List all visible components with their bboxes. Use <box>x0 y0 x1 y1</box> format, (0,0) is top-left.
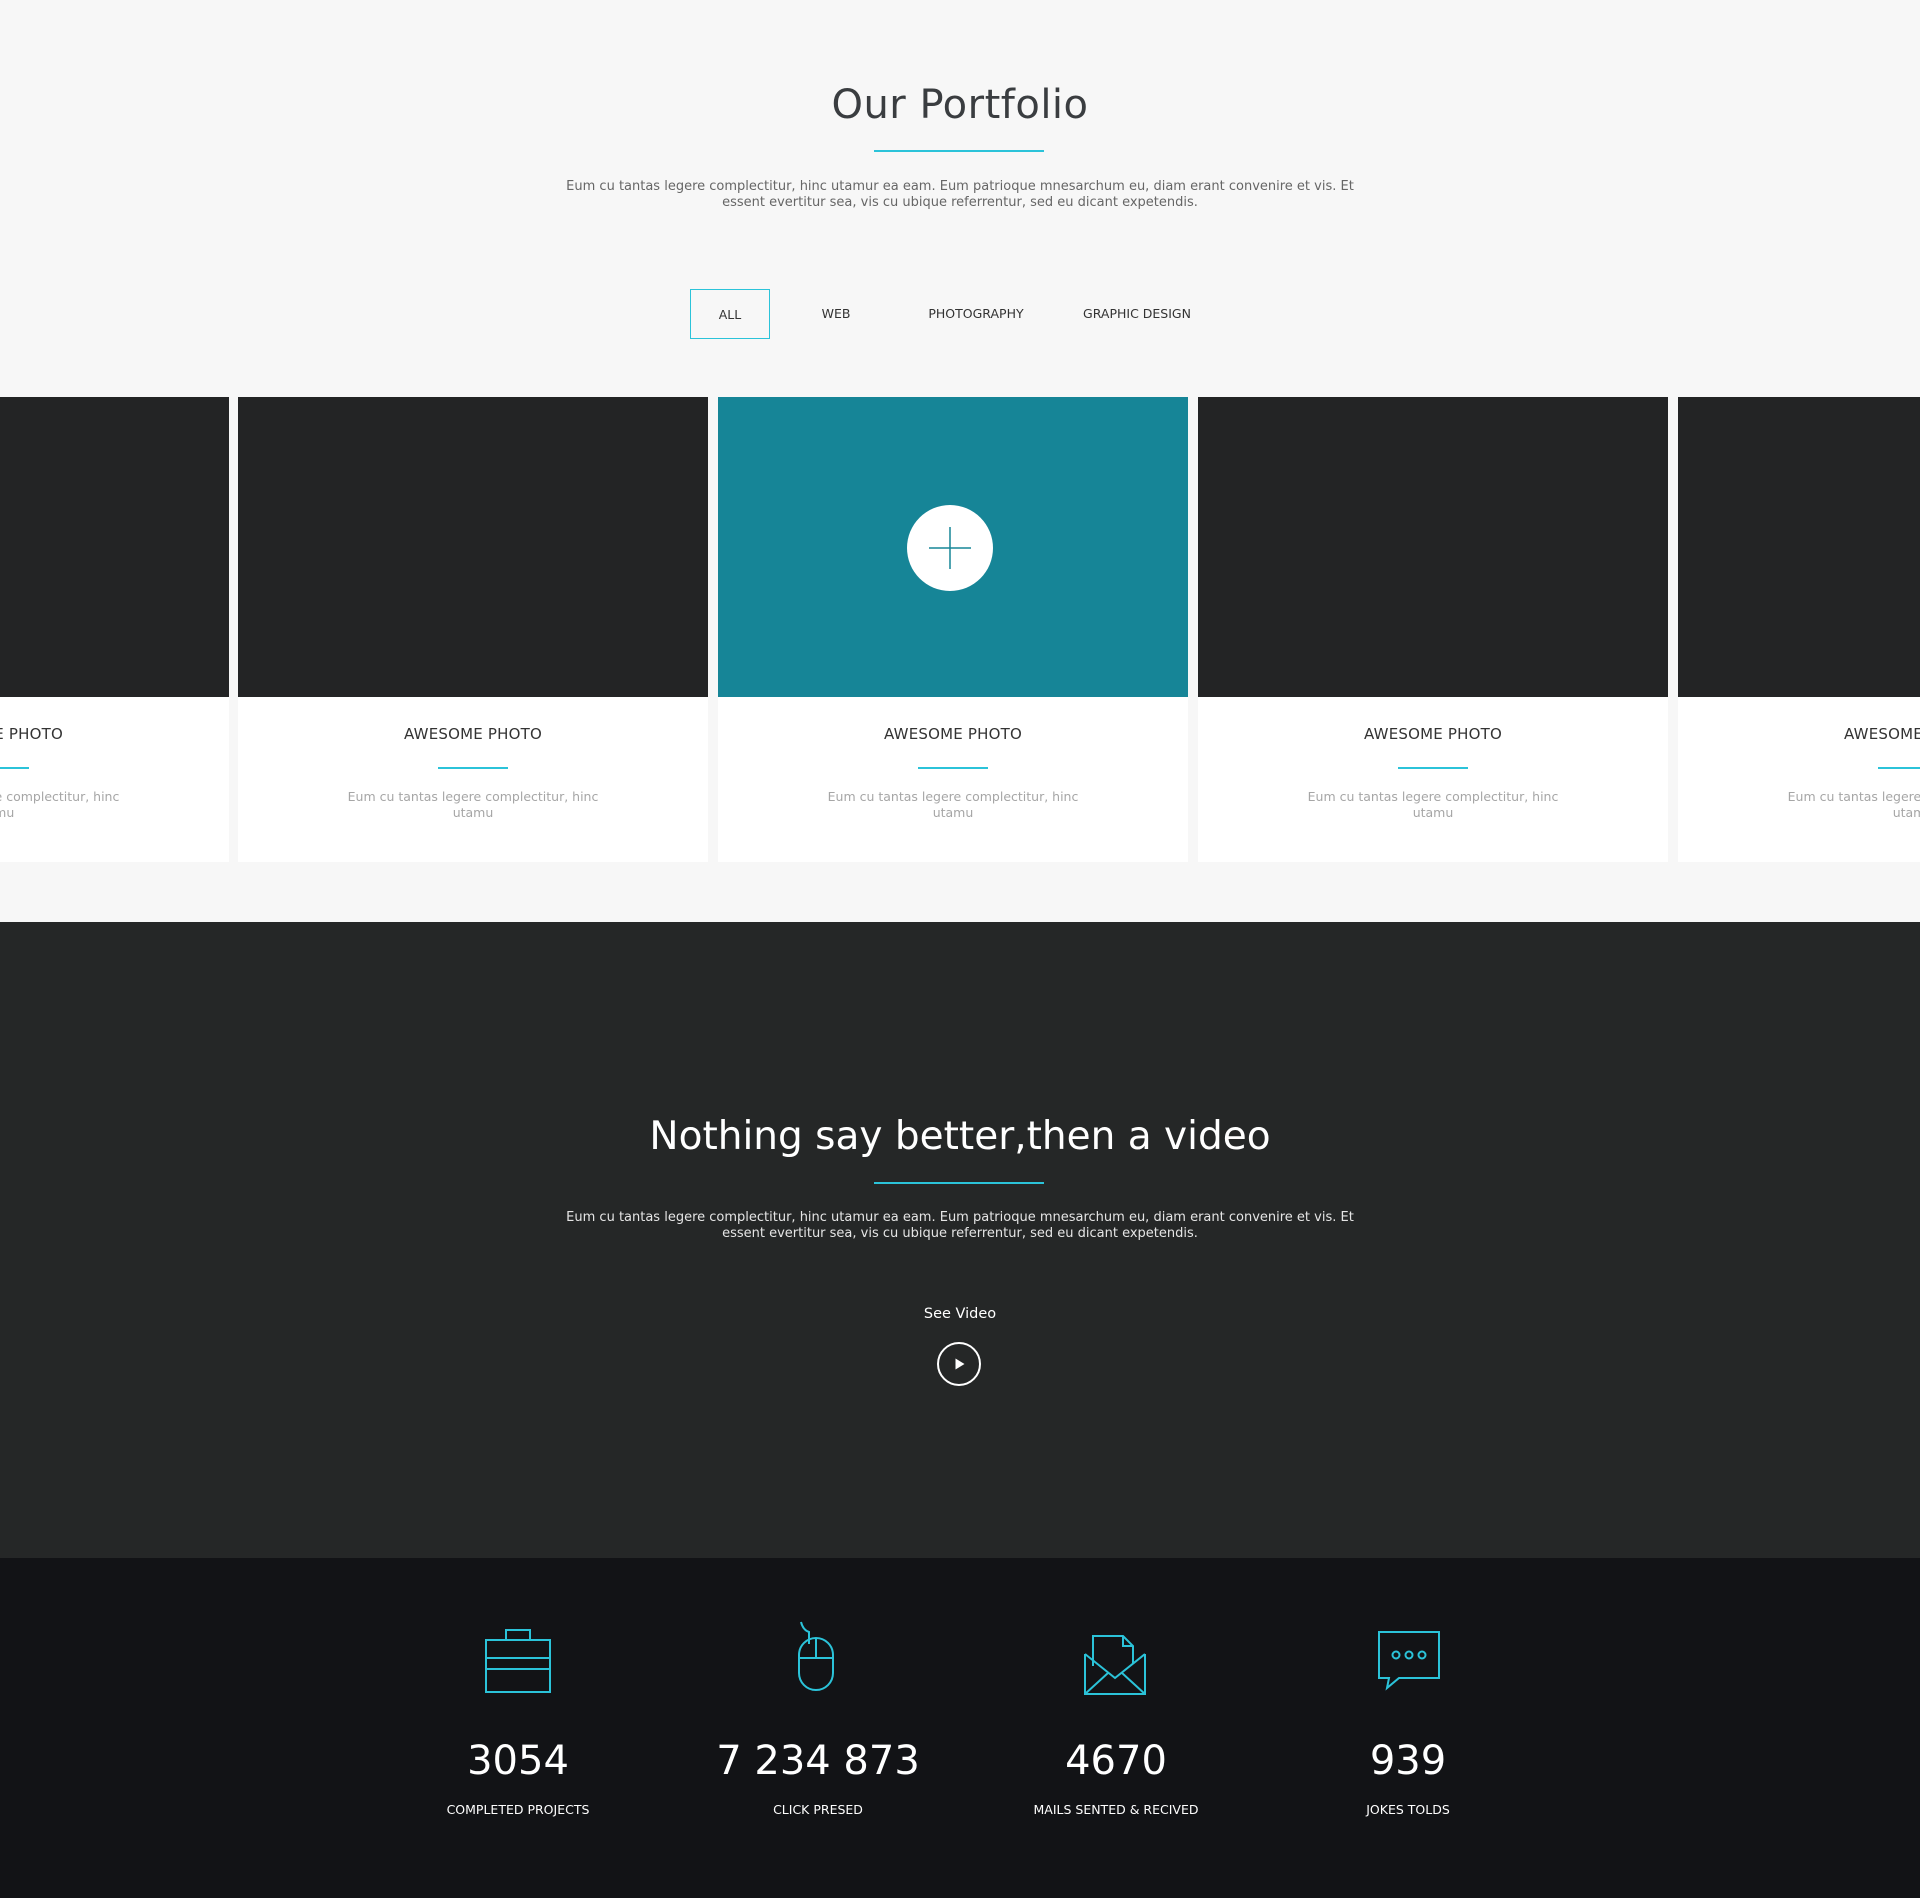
portfolio-card-hovered[interactable]: AWESOME PHOTO Eum cu tantas legere compl… <box>718 397 1188 862</box>
card-divider <box>0 767 29 769</box>
portfolio-section: Our Portfolio Eum cu tantas legere compl… <box>0 0 1920 922</box>
portfolio-filters: ALL WEB PHOTOGRAPHY GRAPHIC DESIGN <box>0 289 1920 339</box>
mouse-icon <box>658 1621 978 1696</box>
portfolio-card[interactable]: AWESOME PHOTO Eum cu tantas legere compl… <box>1678 397 1920 862</box>
card-divider <box>438 767 508 769</box>
card-image <box>1678 397 1920 697</box>
video-section: Nothing say better,then a video Eum cu t… <box>0 922 1920 1558</box>
card-description: Eum cu tantas legere complectitur, hinc … <box>0 789 120 820</box>
stat-value: 939 <box>1369 1738 1447 1784</box>
card-description: Eum cu tantas legere complectitur, hinc … <box>347 789 599 820</box>
stat-label: CLICK PRESED <box>773 1802 863 1817</box>
card-description: Eum cu tantas legere complectitur, hinc … <box>827 789 1079 820</box>
stat-mails: 4670 MAILS SENTED & RECIVED <box>956 1558 1276 1898</box>
chat-bubble-icon <box>1248 1626 1568 1696</box>
stat-value: 4670 <box>1065 1738 1167 1784</box>
portfolio-card[interactable]: AWESOME PHOTO Eum cu tantas legere compl… <box>238 397 708 862</box>
card-title: AWESOME PHOTO <box>404 725 542 743</box>
stat-completed-projects: 3054 COMPLETED PROJECTS <box>358 1558 678 1898</box>
filter-web[interactable]: WEB <box>796 289 876 339</box>
portfolio-title: Our Portfolio <box>831 82 1089 128</box>
card-title: AWESOME PHOTO <box>884 725 1022 743</box>
card-description: Eum cu tantas legere complectitur, hinc … <box>1307 789 1559 820</box>
title-divider <box>874 150 1044 152</box>
portfolio-card[interactable]: AWESOME PHOTO Eum cu tantas legere compl… <box>0 397 229 862</box>
stat-value: 7 234 873 <box>716 1738 920 1784</box>
stat-click-presed: 7 234 873 CLICK PRESED <box>658 1558 978 1898</box>
card-description: Eum cu tantas legere complectitur, hinc … <box>1787 789 1920 820</box>
stat-jokes: 939 JOKES TOLDS <box>1248 1558 1568 1898</box>
stat-value: 3054 <box>467 1738 569 1784</box>
play-icon[interactable] <box>937 1342 981 1386</box>
portfolio-description: Eum cu tantas legere complectitur, hinc … <box>566 179 1354 210</box>
filter-all[interactable]: ALL <box>690 289 770 339</box>
stat-label: MAILS SENTED & RECIVED <box>1033 1802 1199 1817</box>
card-image <box>0 397 229 697</box>
portfolio-card[interactable]: AWESOME PHOTO Eum cu tantas legere compl… <box>1198 397 1668 862</box>
portfolio-grid: AWESOME PHOTO Eum cu tantas legere compl… <box>0 397 1920 862</box>
video-title-divider <box>874 1182 1044 1184</box>
stats-section: 3054 COMPLETED PROJECTS 7 234 873 CLICK … <box>0 1558 1920 1898</box>
envelope-icon <box>956 1626 1276 1696</box>
card-image <box>1198 397 1668 697</box>
filter-photography[interactable]: PHOTOGRAPHY <box>910 289 1042 339</box>
video-title: Nothing say better,then a video <box>649 1114 1271 1159</box>
filter-graphic-design[interactable]: GRAPHIC DESIGN <box>1070 289 1204 339</box>
card-divider <box>918 767 988 769</box>
card-title: AWESOME PHOTO <box>1364 725 1502 743</box>
card-title: AWESOME PHOTO <box>1844 725 1920 743</box>
card-image <box>238 397 708 697</box>
card-title: AWESOME PHOTO <box>0 725 63 743</box>
plus-icon[interactable] <box>907 505 993 591</box>
video-description: Eum cu tantas legere complectitur, hinc … <box>566 1210 1354 1241</box>
see-video-link[interactable]: See Video <box>0 1306 1920 1322</box>
card-divider <box>1878 767 1920 769</box>
stat-label: JOKES TOLDS <box>1366 1802 1450 1817</box>
card-image-overlay <box>718 397 1188 697</box>
card-divider <box>1398 767 1468 769</box>
stat-label: COMPLETED PROJECTS <box>446 1802 590 1817</box>
briefcase-icon <box>358 1626 678 1696</box>
